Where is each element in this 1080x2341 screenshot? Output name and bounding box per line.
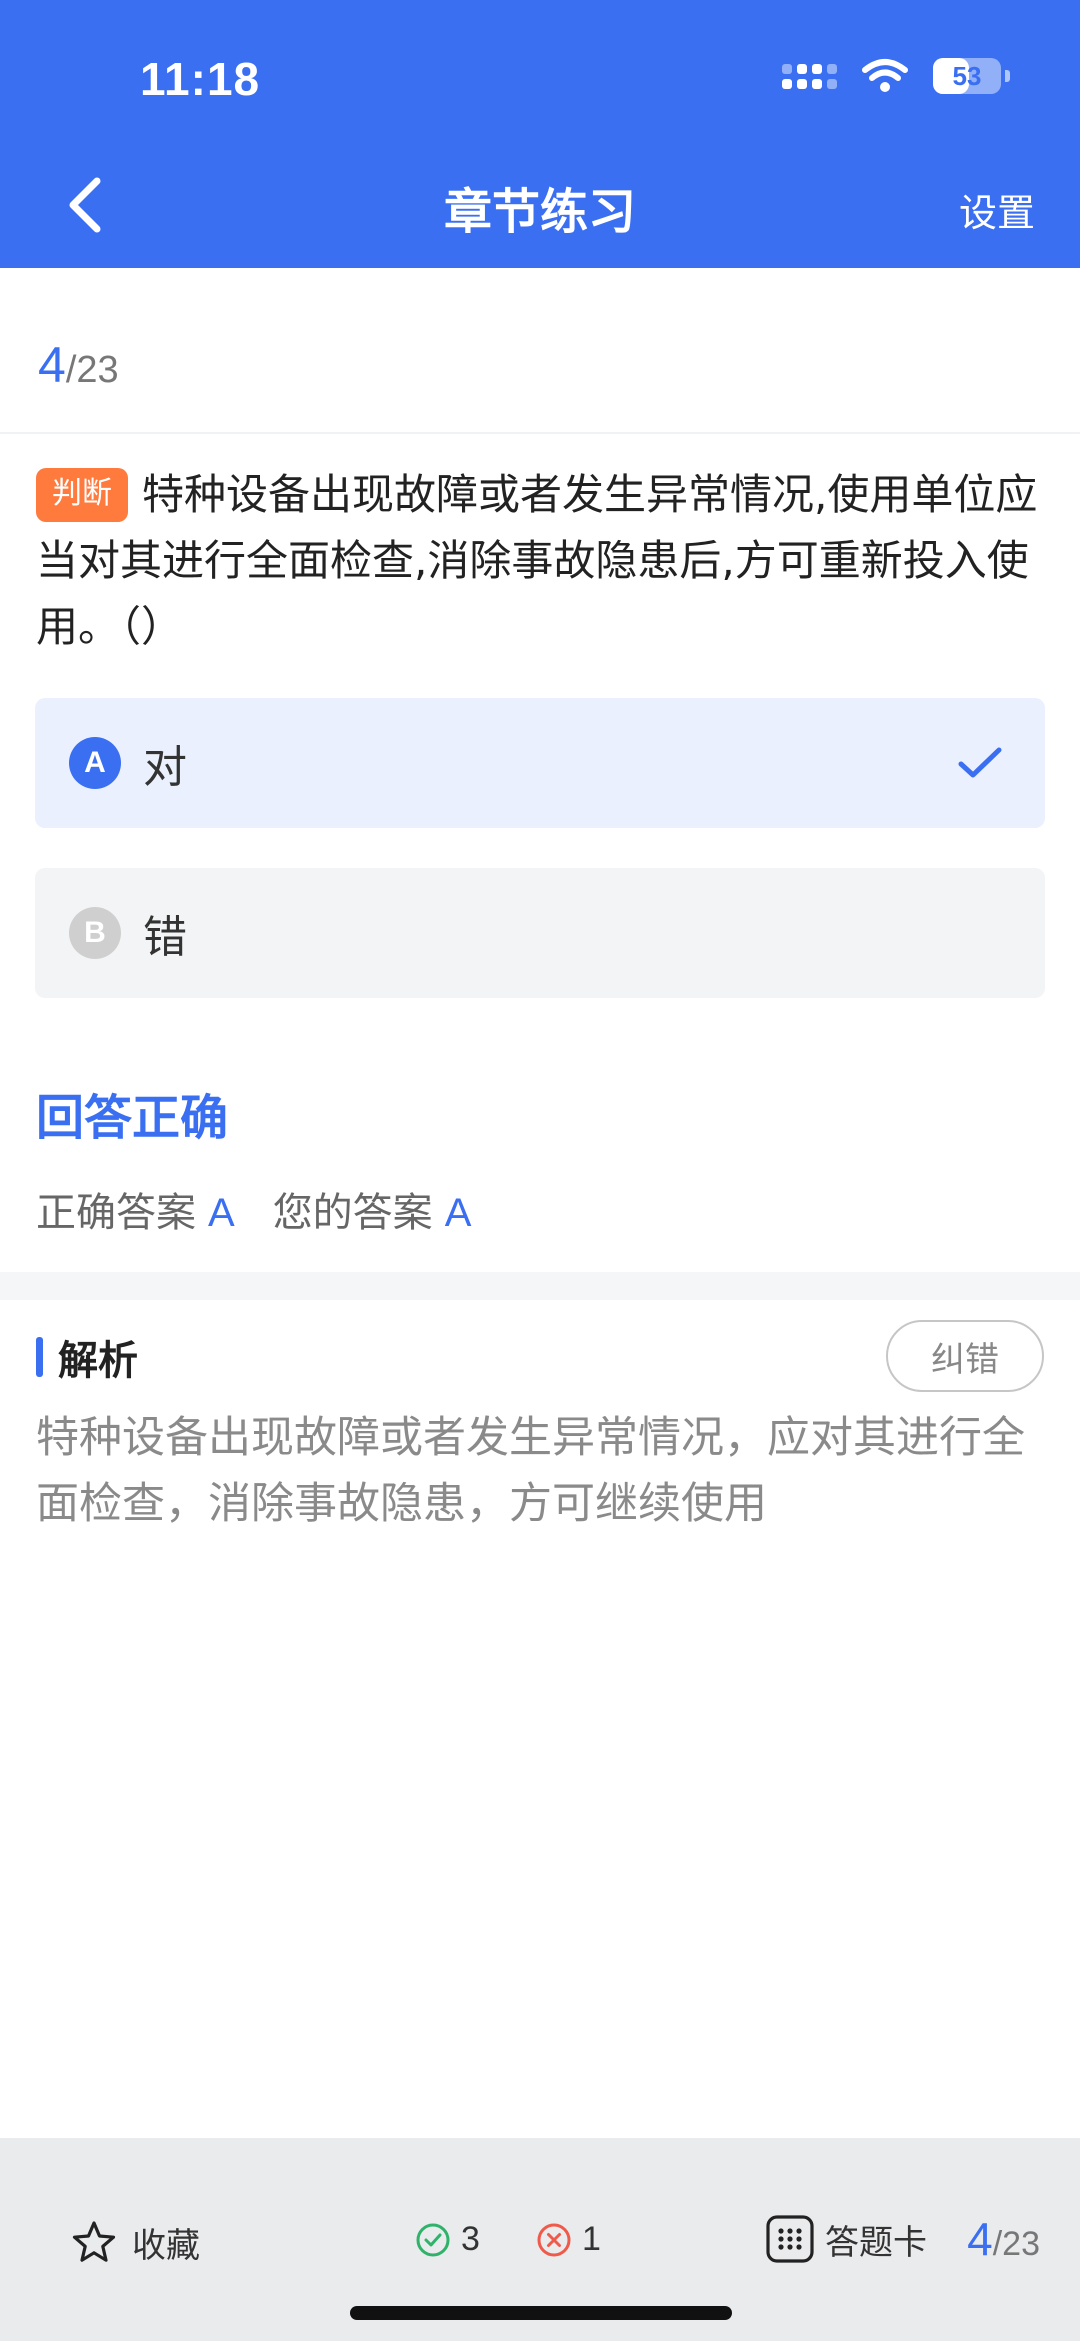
your-answer-label: 您的答案 xyxy=(272,1190,433,1236)
question-text: 特种设备出现故障或者发生异常情况,使用单位应当对其进行全面检查,消除事故隐患后,… xyxy=(36,470,1038,651)
answer-summary: 正确答案 A 您的答案 A xyxy=(36,1180,509,1238)
correct-answer-value: A xyxy=(208,1191,235,1235)
analysis-title: 解析 xyxy=(58,1338,138,1384)
question-progress: 4/23 xyxy=(38,336,119,394)
correct-count-value: 3 xyxy=(461,2220,480,2258)
wrong-count-value: 1 xyxy=(582,2220,601,2258)
question-type-tag: 判断 xyxy=(36,468,128,522)
answer-card-label: 答题卡 xyxy=(825,2222,927,2263)
x-circle-icon xyxy=(537,2223,571,2256)
correct-answer-label: 正确答案 xyxy=(36,1190,196,1236)
option-a-letter: A xyxy=(69,737,121,789)
option-a-text: 对 xyxy=(143,742,187,793)
progress-current: 4 xyxy=(38,337,66,393)
analysis-text: 特种设备出现故障或者发生异常情况，应对其进行全面检查，消除事故隐患，方可继续使用 xyxy=(36,1413,1025,1529)
correct-count: 3 xyxy=(415,2220,480,2259)
divider xyxy=(0,432,1080,434)
wrong-count: 1 xyxy=(536,2220,601,2259)
progress-total: /23 xyxy=(65,349,119,391)
wifi-icon xyxy=(862,59,908,92)
signal-icon xyxy=(782,63,837,89)
page-title: 章节练习 xyxy=(443,184,636,240)
option-a[interactable]: A 对 xyxy=(35,698,1045,828)
settings-button[interactable]: 设置 xyxy=(959,182,1035,237)
option-b[interactable]: B 错 xyxy=(35,868,1045,998)
star-icon xyxy=(72,2220,116,2262)
section-separator xyxy=(0,1272,1080,1300)
check-icon xyxy=(958,747,1002,778)
status-icons: 53 xyxy=(782,58,1010,94)
bottom-progress: 4/23 xyxy=(967,2212,1040,2266)
battery-cap xyxy=(1005,70,1010,82)
favorite-label: 收藏 xyxy=(132,2226,200,2266)
bottom-progress-total: /23 xyxy=(992,2225,1040,2263)
answer-card-button[interactable]: 答题卡 xyxy=(765,2214,927,2264)
battery-level: 53 xyxy=(952,60,982,91)
result-title: 回答正确 xyxy=(36,1090,229,1146)
check-circle-icon xyxy=(416,2223,450,2256)
status-time: 11:18 xyxy=(140,53,261,105)
favorite-button[interactable]: 收藏 xyxy=(70,2218,200,2267)
home-indicator xyxy=(350,2306,732,2320)
grid-icon xyxy=(766,2215,814,2263)
analysis-accent-bar xyxy=(36,1337,43,1377)
report-error-button[interactable]: 纠错 xyxy=(886,1320,1044,1392)
bottom-progress-current: 4 xyxy=(967,2213,993,2265)
battery-icon: 53 xyxy=(933,58,1001,94)
question-stem: 判断 特种设备出现故障或者发生异常情况,使用单位应当对其进行全面检查,消除事故隐患… xyxy=(36,462,1046,660)
option-b-text: 错 xyxy=(143,912,187,963)
your-answer-value: A xyxy=(444,1191,472,1235)
option-b-letter: B xyxy=(69,907,121,959)
